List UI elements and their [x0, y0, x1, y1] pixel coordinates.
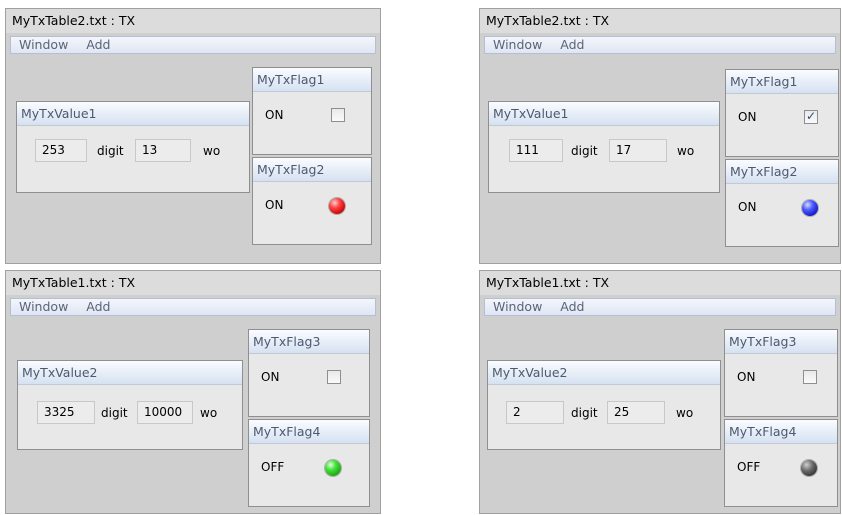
flag-checkbox[interactable]: ✓: [327, 370, 341, 384]
value2-unit-label: wo: [677, 144, 695, 158]
value-panel: MyTxValue1 111 digit 17 wo: [488, 101, 720, 193]
value-field[interactable]: 253: [35, 139, 87, 162]
flag-panel: MyTxFlag4 OFF: [248, 419, 370, 507]
flag-panel: MyTxFlag3 ON ✓: [724, 329, 838, 417]
value2-field[interactable]: 25: [607, 401, 665, 424]
value-unit-label: digit: [97, 144, 124, 158]
tx-window-1: MyTxTable2.txt : TX Window Add MyTxValue…: [5, 8, 381, 264]
value-unit-label: digit: [571, 144, 598, 158]
value-panel-title: MyTxValue2: [18, 361, 242, 385]
menu-window[interactable]: Window: [11, 37, 74, 53]
value2-field[interactable]: 13: [135, 139, 191, 162]
menu-window[interactable]: Window: [485, 299, 548, 315]
value-field[interactable]: 2: [506, 401, 564, 424]
tx-window-3: MyTxTable1.txt : TX Window Add MyTxValue…: [5, 270, 381, 514]
flag-panel: MyTxFlag3 ON ✓: [248, 329, 370, 417]
value-panel: MyTxValue2 2 digit 25 wo: [487, 360, 721, 450]
value2-unit-label: wo: [676, 406, 694, 420]
flag-state-label: ON: [265, 108, 284, 122]
value-unit-label: digit: [101, 406, 128, 420]
flag-panel: MyTxFlag2 ON: [252, 157, 372, 245]
flag-panel-title: MyTxFlag4: [725, 420, 837, 444]
value2-field[interactable]: 10000: [137, 401, 193, 424]
flag-checkbox[interactable]: ✓: [803, 370, 817, 384]
menu-add[interactable]: Add: [78, 299, 116, 315]
value-panel-title: MyTxValue1: [17, 102, 249, 126]
flag-checkbox[interactable]: ✓: [804, 109, 818, 124]
flag-state-label: ON: [265, 198, 284, 212]
flag-panel-title: MyTxFlag3: [725, 330, 837, 354]
value-panel-title: MyTxValue1: [489, 102, 719, 126]
window-title: MyTxTable2.txt : TX: [6, 9, 380, 33]
value-panel: MyTxValue2 3325 digit 10000 wo: [17, 360, 243, 450]
flag-panel: MyTxFlag2 ON: [725, 159, 839, 247]
menu-bar: Window Add: [10, 298, 376, 316]
menu-add[interactable]: Add: [78, 37, 116, 53]
value2-unit-label: wo: [203, 144, 221, 158]
value2-unit-label: wo: [200, 406, 218, 420]
menu-window[interactable]: Window: [11, 299, 74, 315]
flag-state-label: OFF: [737, 460, 761, 474]
status-led-icon: [802, 200, 818, 216]
flag-state-label: ON: [737, 370, 756, 384]
flag-panel-title: MyTxFlag4: [249, 420, 369, 444]
menu-bar: Window Add: [10, 36, 376, 54]
menu-add[interactable]: Add: [552, 37, 590, 53]
value-field[interactable]: 3325: [37, 401, 95, 424]
flag-panel-title: MyTxFlag1: [726, 70, 838, 94]
flag-panel: MyTxFlag1 ON ✓: [725, 69, 839, 157]
flag-panel: MyTxFlag4 OFF: [724, 419, 838, 507]
flag-panel-title: MyTxFlag2: [726, 160, 838, 184]
flag-state-label: ON: [738, 200, 757, 214]
value-panel-title: MyTxValue2: [488, 361, 720, 385]
menu-bar: Window Add: [484, 298, 836, 316]
window-title: MyTxTable1.txt : TX: [6, 271, 380, 295]
value-field[interactable]: 111: [509, 139, 563, 162]
menu-add[interactable]: Add: [552, 299, 590, 315]
tx-window-4: MyTxTable1.txt : TX Window Add MyTxValue…: [479, 270, 841, 514]
flag-checkbox[interactable]: ✓: [331, 108, 345, 122]
flag-panel-title: MyTxFlag2: [253, 158, 371, 182]
flag-panel-title: MyTxFlag1: [253, 68, 371, 92]
tx-window-2: MyTxTable2.txt : TX Window Add MyTxValue…: [479, 8, 841, 264]
value-unit-label: digit: [571, 406, 598, 420]
menu-window[interactable]: Window: [485, 37, 548, 53]
value-panel: MyTxValue1 253 digit 13 wo: [16, 101, 250, 193]
window-title: MyTxTable2.txt : TX: [480, 9, 840, 33]
status-led-icon: [329, 198, 345, 214]
menu-bar: Window Add: [484, 36, 836, 54]
flag-panel: MyTxFlag1 ON ✓: [252, 67, 372, 155]
window-title: MyTxTable1.txt : TX: [480, 271, 840, 295]
flag-state-label: ON: [738, 110, 757, 124]
flag-state-label: OFF: [261, 460, 285, 474]
flag-panel-title: MyTxFlag3: [249, 330, 369, 354]
status-led-icon: [325, 460, 341, 476]
check-mark-icon: ✓: [806, 109, 817, 123]
status-led-icon: [801, 460, 817, 476]
value2-field[interactable]: 17: [609, 139, 667, 162]
flag-state-label: ON: [261, 370, 280, 384]
